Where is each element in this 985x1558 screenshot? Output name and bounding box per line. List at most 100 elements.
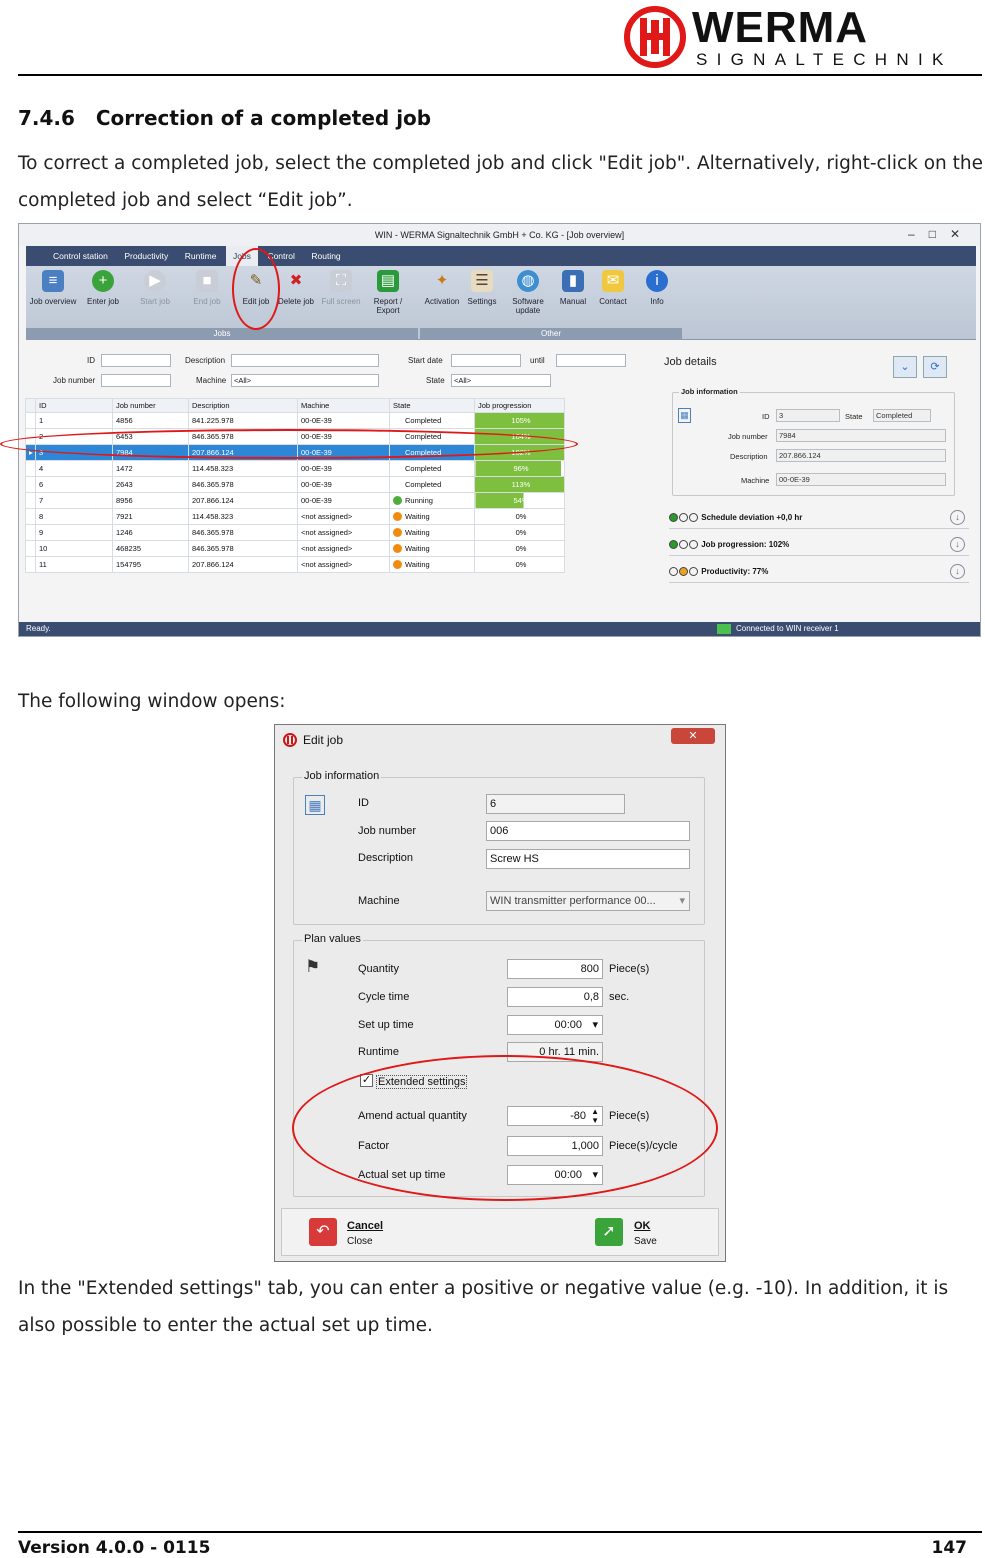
col-machine[interactable]: Machine: [297, 398, 390, 413]
settings-button[interactable]: ☰ Settings: [457, 270, 507, 306]
app-title: WIN - WERMA Signaltechnik GmbH + Co. KG …: [19, 224, 980, 246]
software-update-button[interactable]: ◍ Software update: [503, 270, 553, 315]
cancel-button[interactable]: ↶ Cancel Close: [309, 1218, 419, 1250]
expand-icon[interactable]: ↓: [950, 510, 965, 525]
menu-routing[interactable]: Routing: [304, 246, 347, 266]
table-row[interactable]: 11 154795 207.866.124 <not assigned> Waiting…: [25, 556, 565, 573]
col-job-number[interactable]: Job number: [112, 398, 189, 413]
ok-button[interactable]: ➚ OK Save: [595, 1218, 705, 1250]
highlight-extended-settings-oval: [292, 1055, 718, 1201]
cell-machine: 00-0E-39: [297, 460, 390, 477]
schedule-deviation-kpi[interactable]: Schedule deviation +0,0 hr ↓: [669, 507, 969, 529]
cell-job-number: 4856: [112, 412, 189, 429]
col-id[interactable]: ID: [35, 398, 113, 413]
full-screen-button[interactable]: ⛶ Full screen: [316, 270, 366, 306]
expand-icon[interactable]: ↓: [950, 537, 965, 552]
table-row[interactable]: 4 1472 114.458.323 00-0E-39 Completed 96%: [25, 460, 565, 477]
cell-state: Waiting: [389, 556, 475, 573]
highlight-edit-job-oval: [232, 248, 280, 330]
expand-icon[interactable]: ↓: [950, 564, 965, 579]
cycle-time-field[interactable]: 0,8: [507, 987, 603, 1007]
table-row[interactable]: 9 1246 846.365.978 <not assigned> Waiting 0%: [25, 524, 565, 541]
description-field[interactable]: Screw HS: [486, 849, 690, 869]
set-up-time-field[interactable]: 00:00 ▾: [507, 1015, 603, 1035]
yellow-light-icon: [679, 567, 688, 577]
cell-id: 11: [35, 556, 113, 573]
machine-select[interactable]: WIN transmitter performance 00... ▾: [486, 891, 690, 911]
end-job-button[interactable]: ■ End job: [182, 270, 232, 306]
cell-progress: 0%: [474, 540, 565, 557]
stop-icon: ■: [196, 270, 218, 292]
filter-description-input[interactable]: [231, 354, 379, 367]
intro-paragraph: To correct a completed job, select the c…: [18, 153, 984, 211]
quantity-field[interactable]: 800: [507, 959, 603, 979]
footer-version: Version 4.0.0 - 0115: [18, 1538, 211, 1558]
cell-state: Waiting: [389, 540, 475, 557]
col-description[interactable]: Description: [188, 398, 298, 413]
cell-description: 846.365.978: [188, 524, 298, 541]
menu-runtime[interactable]: Runtime: [178, 246, 224, 266]
filter-description-label: Description: [185, 356, 226, 365]
list-icon: ≡: [42, 270, 64, 292]
menu-productivity[interactable]: Productivity: [117, 246, 175, 266]
state-text: Running: [405, 495, 433, 505]
detail-job-number-label: Job number: [728, 432, 768, 441]
delete-icon: ✖: [289, 272, 303, 289]
table-row[interactable]: 7 8956 207.866.124 00-0E-39 Running 54%: [25, 492, 565, 509]
cell-id: 7: [35, 492, 113, 509]
window-controls[interactable]: –□✕: [908, 224, 974, 246]
table-row[interactable]: 10 468235 846.365.978 <not assigned> Waiting…: [25, 540, 565, 557]
cell-description: 207.866.124: [188, 492, 298, 509]
main-menu: Control station Productivity Runtime Job…: [26, 246, 976, 266]
col-job-progression[interactable]: Job progression: [474, 398, 565, 413]
row-marker: [25, 540, 36, 557]
start-date-select[interactable]: [451, 354, 521, 367]
info-button[interactable]: i Info: [632, 270, 682, 306]
filter-job-number-input[interactable]: [101, 374, 171, 387]
jobs-group-label: Jobs: [26, 328, 418, 340]
job-number-field[interactable]: 006: [486, 821, 690, 841]
clipboard-icon: ☰: [471, 270, 493, 292]
state-text: Waiting: [405, 511, 430, 521]
start-job-button[interactable]: ▶ Start job: [130, 270, 180, 306]
plan-values-label: Plan values: [302, 933, 363, 945]
filter-state-select[interactable]: <All>: [451, 374, 551, 387]
light-off-icon: [689, 567, 698, 577]
cell-job-number: 7921: [112, 508, 189, 525]
filter-machine-select[interactable]: <All>: [231, 374, 379, 387]
contact-button[interactable]: ✉ Contact: [588, 270, 638, 306]
cell-machine: <not assigned>: [297, 524, 390, 541]
set-up-time-label: Set up time: [358, 1019, 414, 1031]
report-export-button[interactable]: ▤ Report / Export: [363, 270, 413, 315]
cell-state: Waiting: [389, 524, 475, 541]
green-light-icon: [669, 540, 678, 550]
wand-icon: ✦: [435, 272, 449, 289]
productivity-kpi[interactable]: Productivity: 77% ↓: [669, 561, 969, 583]
job-overview-button[interactable]: ≡ Job overview: [28, 270, 78, 306]
cell-machine: 00-0E-39: [297, 412, 390, 429]
table-row[interactable]: 1 4856 841.225.978 00-0E-39 Completed 105%: [25, 412, 565, 429]
waiting-status-icon: [393, 528, 402, 538]
close-icon[interactable]: ✕: [671, 728, 715, 744]
enter-job-button[interactable]: + Enter job: [78, 270, 128, 306]
id-label: ID: [358, 797, 369, 809]
collapse-icon[interactable]: ⌄: [893, 356, 917, 378]
row-marker: [25, 492, 36, 509]
until-select[interactable]: [556, 354, 626, 367]
cell-description: 114.458.323: [188, 508, 298, 525]
state-text: Completed: [405, 479, 442, 489]
connection-indicator: [717, 624, 731, 634]
col-state[interactable]: State: [389, 398, 475, 413]
menu-control-station[interactable]: Control station: [46, 246, 115, 266]
cell-job-number: 1472: [112, 460, 189, 477]
quantity-unit: Piece(s): [609, 963, 650, 975]
table-row[interactable]: 6 2643 846.365.978 00-0E-39 Completed 113%: [25, 476, 565, 493]
filter-job-number-label: Job number: [53, 376, 96, 385]
section-title: 7.4.6 Correction of a completed job: [18, 106, 431, 130]
section-number: 7.4.6: [18, 106, 75, 130]
job-progression-kpi[interactable]: Job progression: 102% ↓: [669, 534, 969, 556]
cell-progress: 0%: [474, 524, 565, 541]
refresh-icon[interactable]: ⟳: [923, 356, 947, 378]
table-row[interactable]: 8 7921 114.458.323 <not assigned> Waiting 0%: [25, 508, 565, 525]
filter-id-input[interactable]: [101, 354, 171, 367]
